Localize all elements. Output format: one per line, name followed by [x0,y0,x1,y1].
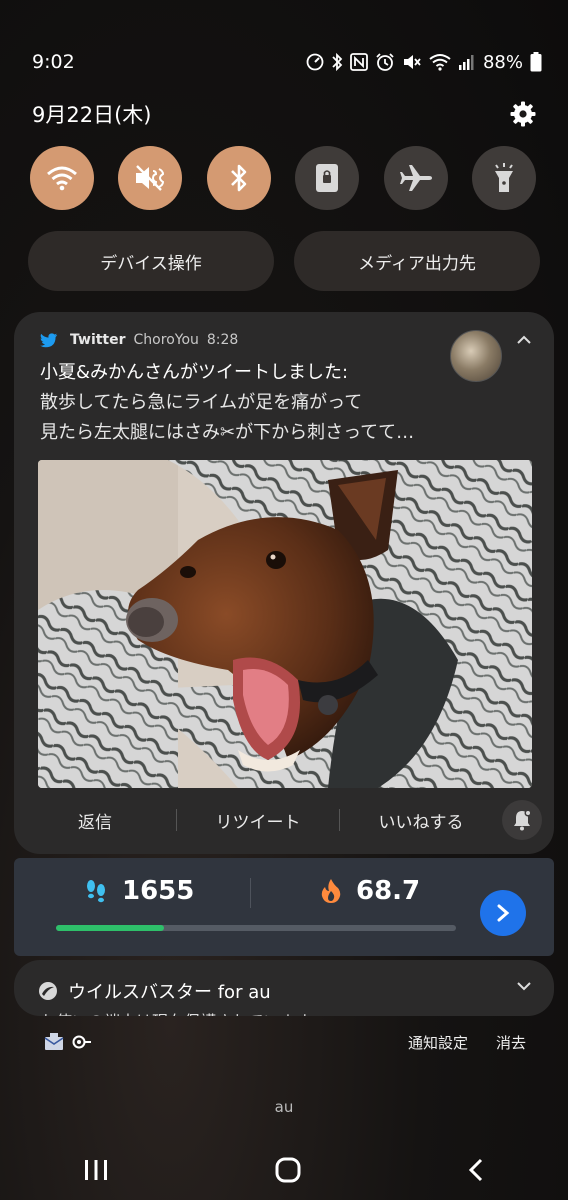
body-line-2: 見たら左太腿にはさみ✂が下から刺さってて… [40,422,415,443]
date-label: 9月22日(木) [32,103,152,127]
lock-icon [316,164,339,192]
notification-header: ウイルスバスター for au [38,978,271,1004]
like-button[interactable]: いいねする [340,808,502,833]
bluetooth-icon [230,164,247,192]
speedometer-icon [306,53,324,71]
bell-icon [514,809,532,831]
chevron-down-icon[interactable] [516,980,532,992]
body-line-1: 散歩してたら急にライムが足を痛がって [40,392,363,413]
qs-wifi-toggle[interactable] [30,146,94,210]
twitter-notification[interactable]: Twitter ChoroYou 8:28 小夏&みかんさんがツイートしました:… [14,312,554,854]
quick-settings [30,146,536,210]
airplane-icon [399,165,432,191]
alarm-icon [376,53,394,71]
virusbuster-logo-icon [39,982,57,1000]
qs-lock-toggle[interactable] [295,146,360,210]
nfc-icon [350,53,368,71]
calories-metric: 68.7 [320,876,420,906]
wifi-icon [47,166,77,191]
notification-header: Twitter ChoroYou 8:28 [40,332,238,348]
device-control-button[interactable]: デバイス操作 [28,231,274,291]
notification-actions: 返信 リツイート いいねする [14,800,554,840]
date-row: 9月22日(木) [32,96,536,132]
retweet-button[interactable]: リツイート [177,808,339,833]
dog-photo[interactable] [38,460,532,788]
qs-bluetooth-toggle[interactable] [206,146,271,210]
steps-count: 1655 [122,876,195,906]
bluetooth-icon [332,52,343,72]
back-icon[interactable] [467,1158,485,1182]
mute-icon [136,165,165,191]
notification-footer: 通知設定 消去 [44,1030,526,1054]
footer-links: 通知設定 消去 [408,1032,526,1053]
virusbuster-notification[interactable]: ウイルスバスター for au お使いの端末は現在保護されています。 [14,960,554,1016]
qs-mute-toggle[interactable] [118,146,183,210]
steps-progress-fill [56,925,164,931]
steps-metric: 1655 [84,876,194,906]
notification-body: 散歩してたら急にライムが足を痛がって 見たら左太腿にはさみ✂が下から刺さってて… [40,388,414,448]
pill-row: デバイス操作 メディア出力先 [28,231,540,291]
mail-icon [44,1033,64,1050]
hidden-notification-icons [44,1033,92,1051]
mute-icon [403,55,421,69]
notification-title: 小夏&みかんさんがツイートしました: [40,362,349,383]
battery-icon [530,52,542,72]
status-icons: 88% [306,52,542,73]
battery-level: 88% [482,51,523,73]
steps-progress-bar [56,925,456,931]
chevron-right-icon [497,904,510,922]
notification-settings-link[interactable]: 通知設定 [408,1032,468,1053]
dog-photo-image [38,460,532,788]
app-name: Twitter [70,332,126,348]
carrier-label: au [274,1098,294,1116]
reply-button[interactable]: 返信 [14,808,176,833]
qs-airplane-toggle[interactable] [383,146,448,210]
footsteps-icon [87,880,105,903]
divider [250,878,251,908]
notification-bell-button[interactable] [502,800,542,840]
clear-all-link[interactable]: 消去 [496,1032,526,1053]
health-widget[interactable]: 1655 68.7 [14,858,554,956]
key-icon [72,1035,91,1049]
qs-flashlight-toggle[interactable] [471,146,536,210]
recent-apps-icon[interactable] [83,1158,109,1182]
navigation-bar [0,1150,568,1190]
calories-count: 68.7 [356,876,421,906]
wifi-icon [429,54,451,71]
twitter-bird-icon [40,332,58,347]
home-icon[interactable] [275,1157,301,1183]
account-name: ChoroYou [133,332,199,348]
flame-icon [321,879,341,903]
notification-time: 8:28 [206,332,239,348]
notification-title: ウイルスバスター for au [68,982,271,1003]
status-time: 9:02 [32,51,75,73]
flashlight-icon [494,163,513,192]
media-output-button[interactable]: メディア出力先 [294,231,540,291]
status-bar: 9:02 88% [32,44,542,80]
signal-icon [458,55,474,70]
avatar [450,330,502,382]
chevron-up-icon[interactable] [516,334,532,346]
open-health-button[interactable] [480,890,526,936]
notification-body: お使いの端末は現在保護されています。 [40,1008,326,1016]
gear-icon[interactable] [510,101,536,127]
